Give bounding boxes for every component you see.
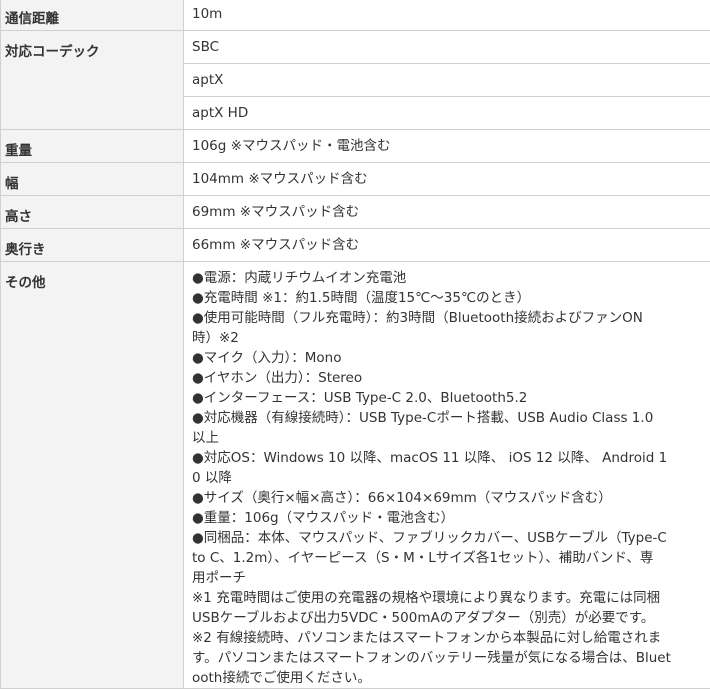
detail-line: ※2 有線接続時、パソコンまたはスマートフォンから本製品に対し給電されま <box>192 628 702 648</box>
spec-row: 奥行き66mm ※マウスパッド含む <box>1 229 710 262</box>
spec-row: 高さ69mm ※マウスパッド含む <box>1 196 710 229</box>
spec-value: 69mm ※マウスパッド含む <box>184 196 710 229</box>
spec-label: 通信距離 <box>1 0 184 31</box>
spec-row: 重量106g ※マウスパッド・電池含む <box>1 130 710 163</box>
detail-line: 用ポーチ <box>192 568 702 588</box>
detail-line: 0 以降 <box>192 468 702 488</box>
detail-line: 以上 <box>192 428 702 448</box>
detail-line: ●重量：106g（マウスパッド・電池含む） <box>192 508 702 528</box>
detail-line: ●充電時間 ※1：約1.5時間（温度15℃～35℃のとき） <box>192 288 702 308</box>
detail-line: ●電源：内蔵リチウムイオン充電池 <box>192 268 702 288</box>
spec-label: 奥行き <box>1 229 184 262</box>
detail-line: ●サイズ（奥行×幅×高さ）：66×104×69mm（マウスパッド含む） <box>192 488 702 508</box>
detail-line: ooth接続でご使用ください。 <box>192 668 702 688</box>
detail-line: ●イヤホン（出力）：Stereo <box>192 368 702 388</box>
detail-line: ●使用可能時間（フル充電時）：約3時間（Bluetooth接続およびファンON <box>192 308 702 328</box>
detail-line: ●対応OS：Windows 10 以降、macOS 11 以降、 iOS 12 … <box>192 448 702 468</box>
detail-line: す。パソコンまたはスマートフォンのバッテリー残量が気になる場合は、Bluet <box>192 648 702 668</box>
spec-label: その他 <box>1 262 184 689</box>
spec-value: 104mm ※マウスパッド含む <box>184 163 710 196</box>
spec-row: 対応コーデックSBC <box>1 31 710 64</box>
detail-line: ●同梱品：本体、マウスパッド、ファブリックカバー、USBケーブル（Type-C <box>192 528 702 548</box>
spec-label: 幅 <box>1 163 184 196</box>
detail-line: ●対応機器（有線接続時）：USB Type-Cポート搭載、USB Audio C… <box>192 408 702 428</box>
spec-label: 対応コーデック <box>1 31 184 130</box>
detail-line: ●マイク（入力）：Mono <box>192 348 702 368</box>
spec-value: 10m <box>184 0 710 31</box>
detail-line: 時）※2 <box>192 328 702 348</box>
spec-row: 通信距離10m <box>1 0 710 31</box>
spec-value: 106g ※マウスパッド・電池含む <box>184 130 710 163</box>
spec-label: 高さ <box>1 196 184 229</box>
spec-table: 通信距離10m対応コーデックSBCaptXaptX HD重量106g ※マウスパ… <box>0 0 710 689</box>
detail-line: USBケーブルおよび出力5VDC・500mAのアダプター（別売）が必要です。 <box>192 608 702 628</box>
spec-value: 66mm ※マウスパッド含む <box>184 229 710 262</box>
detail-line: ※1 充電時間はご使用の充電器の規格や環境により異なります。充電には同梱 <box>192 588 702 608</box>
detail-line: ●インターフェース：USB Type-C 2.0、Bluetooth5.2 <box>192 388 702 408</box>
other-details: ●電源：内蔵リチウムイオン充電池●充電時間 ※1：約1.5時間（温度15℃～35… <box>184 262 710 689</box>
spec-label: 重量 <box>1 130 184 163</box>
spec-row-other: その他●電源：内蔵リチウムイオン充電池●充電時間 ※1：約1.5時間（温度15℃… <box>1 262 710 689</box>
spec-value: aptX <box>184 64 710 97</box>
spec-value: SBC <box>184 31 710 64</box>
spec-row: 幅104mm ※マウスパッド含む <box>1 163 710 196</box>
detail-line: to C、1.2m）、イヤーピース（S・M・Lサイズ各1セット）、補助バンド、専 <box>192 548 702 568</box>
spec-value: aptX HD <box>184 97 710 130</box>
